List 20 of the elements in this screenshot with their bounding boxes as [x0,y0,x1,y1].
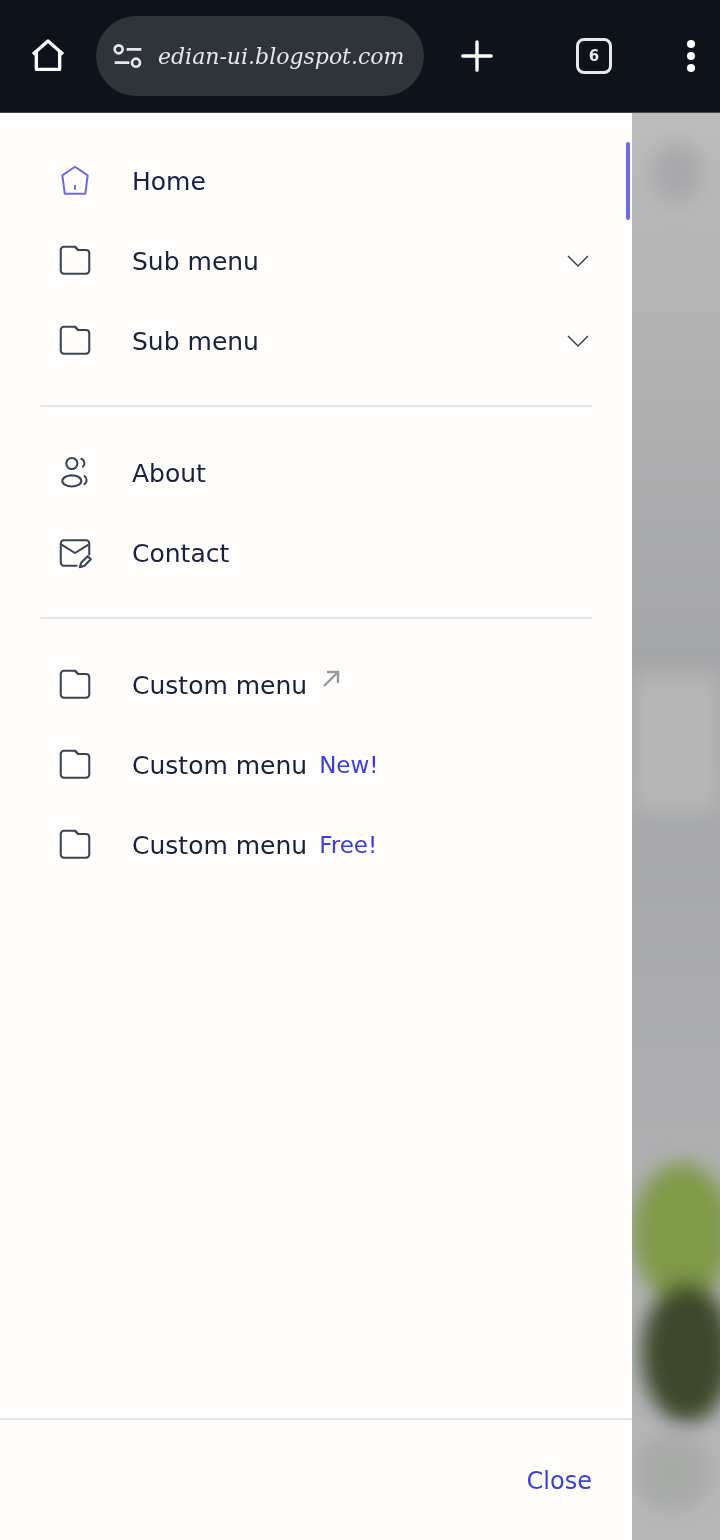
badge-label: Free! [319,832,378,858]
chevron-down-icon[interactable] [566,334,590,348]
url-text: edian-ui.blogspot.com [158,43,405,69]
address-bar[interactable]: edian-ui.blogspot.com [96,16,424,96]
tab-count[interactable]: 6 [576,38,612,74]
chevron-down-icon[interactable] [566,254,590,268]
menu-item[interactable]: Home [40,141,592,221]
more-menu-icon[interactable] [686,39,696,73]
close-button[interactable]: Close [526,1466,592,1495]
menu-item[interactable]: About [40,433,592,513]
settings-icon[interactable] [112,42,144,70]
menu-item[interactable]: Contact [40,513,592,593]
menu-item[interactable]: Custom menu [40,645,592,725]
badge-label: New! [319,752,379,778]
arrow-up-right-icon [321,669,342,689]
new-tab-icon[interactable] [460,39,494,73]
menu-item[interactable]: Sub menu [40,301,592,381]
menu-item[interactable]: Custom menu New! [40,725,592,805]
menu-item[interactable]: Custom menu Free! [40,805,592,885]
menu-item[interactable]: Sub menu [40,221,592,301]
